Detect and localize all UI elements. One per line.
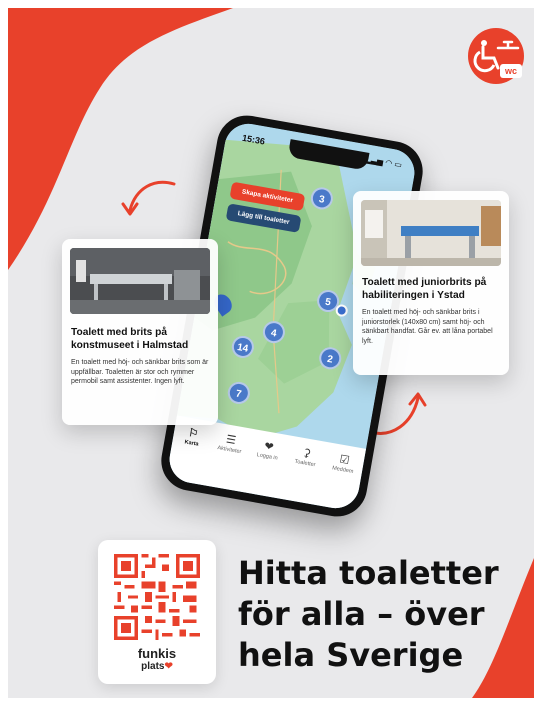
brand-name-line2: plats❤ [141,661,173,672]
headline-line: Hitta toaletter [238,554,499,592]
heart-logo-icon: ❤ [164,661,173,672]
toilet-card-ystad[interactable]: Toalett med juniorbrits på habiliteringe… [353,191,509,375]
toilet-card-halmstad[interactable]: Toalett med brits på konstmuseet i Halms… [62,239,218,425]
tab-label: Logga in [256,452,279,462]
tab-label: Karta [184,439,199,448]
brand-name: funkis [137,646,177,661]
toilet-photo [70,248,210,314]
qr-code[interactable] [114,554,200,640]
tab-meddem[interactable]: ☑ Meddem [325,450,362,476]
tab-toaletter[interactable]: ⚳ Toaletter [288,444,325,470]
card-title: Toalett med brits på konstmuseet i Halms… [71,327,189,351]
tab-karta[interactable]: ⚐ Karta [174,424,211,450]
tab-logga-in[interactable]: ❤ Logga in [250,437,287,463]
toilet-icon: ⚳ [301,447,312,461]
card-description: En toalett med höj- och sänkbar brits so… [71,359,209,385]
card-title: Toalett med juniorbrits på habiliteringe… [362,277,487,301]
headline-line: hela Sverige [238,636,464,674]
tab-label: Meddem [331,465,354,475]
qr-code-card[interactable]: funkis plats❤ [98,540,216,684]
curved-arrow-icon [121,180,176,216]
toilet-photo [361,200,501,266]
card-description: En toalett med höj- och sänkbar brits i … [362,309,493,345]
tab-label: Toaletter [294,458,316,469]
headline-line: för alla – över [238,595,485,633]
tab-aktiviteter[interactable]: ☰ Aktiviteter [212,430,249,456]
poster: wc 15:36 ▂▃▅ ◠ ▭ Skapa aktiviteter Lägg … [8,8,534,698]
headline: Hitta toaletter för alla – över hela Sve… [238,553,528,676]
tab-label: Aktiviteter [216,445,242,456]
wc-label: wc [500,64,522,78]
wheelchair-wc-icon: wc [468,28,524,84]
heart-logo-icon: ❤ [263,440,275,454]
